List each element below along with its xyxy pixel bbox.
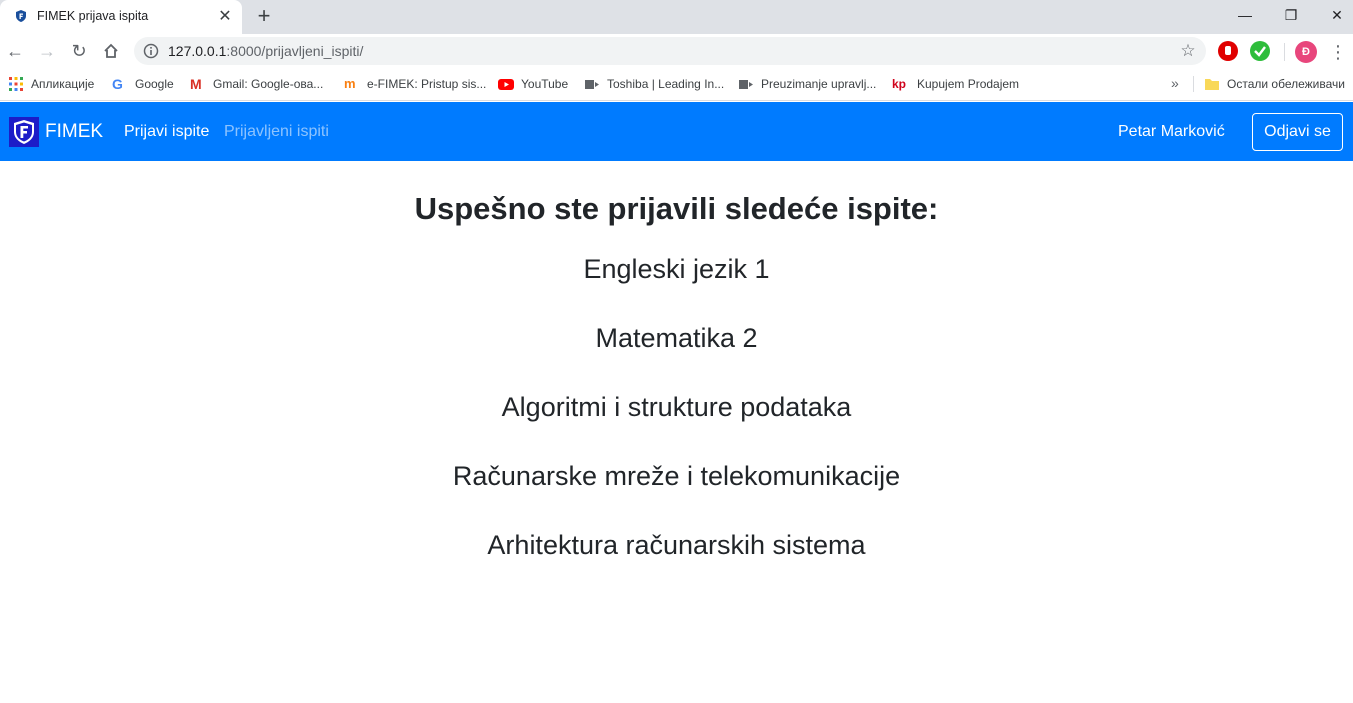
home-icon[interactable] — [99, 39, 123, 63]
browser-toolbar: ← → ↻ 127.0.0.1:8000/prijavljeni_ispiti/… — [0, 34, 1353, 68]
bookmarks-divider — [1193, 76, 1194, 92]
tab-close-icon[interactable]: ✕ — [216, 8, 234, 26]
logout-button[interactable]: Odjavi se — [1252, 113, 1343, 151]
bookmark-google[interactable]: G Google — [112, 75, 174, 93]
info-icon[interactable] — [143, 43, 159, 59]
profile-avatar[interactable]: Đ — [1295, 41, 1317, 63]
tab-title: FIMEK prijava ispita — [37, 9, 149, 23]
url-text[interactable]: 127.0.0.1:8000/prijavljeni_ispiti/ — [168, 43, 363, 59]
folder-icon — [1204, 76, 1220, 92]
bookmark-kupujem-prodajem[interactable]: kp Kupujem Prodajem — [892, 75, 1019, 93]
forward-arrow-icon[interactable]: → — [35, 39, 59, 63]
bookmark-page-icon — [738, 76, 754, 92]
exam-item: Matematika 2 — [595, 323, 758, 353]
bookmark-toshiba[interactable]: Toshiba | Leading In... — [584, 75, 724, 93]
google-icon: G — [112, 76, 123, 92]
exam-item: Engleski jezik 1 — [583, 254, 770, 284]
back-arrow-icon[interactable]: ← — [3, 39, 27, 63]
youtube-icon — [498, 76, 514, 92]
browser-tab[interactable]: FIMEK prijava ispita ✕ — [0, 0, 242, 34]
minimize-button[interactable]: — — [1222, 2, 1268, 28]
nav-link-prijavljeni-ispiti[interactable]: Prijavljeni ispiti — [224, 123, 329, 141]
toolbar-divider — [1284, 43, 1285, 61]
page-title: Uspešno ste prijavili sledeće ispite: — [414, 191, 939, 226]
site-navbar: FIMEK Prijavi ispite Prijavljeni ispiti … — [0, 102, 1353, 161]
bookmark-efimek[interactable]: m e-FIMEK: Pristup sis... — [344, 75, 486, 93]
browser-tabstrip: FIMEK prijava ispita ✕ + — ❐ ✕ — [0, 0, 1353, 34]
shield-favicon-icon — [16, 10, 26, 22]
check-extension-icon[interactable] — [1250, 41, 1270, 61]
exam-item: Arhitektura računarskih sistema — [487, 530, 866, 560]
bookmark-gmail[interactable]: M Gmail: Google-ова... — [190, 75, 323, 93]
brand[interactable]: FIMEK — [9, 117, 103, 147]
bookmark-youtube[interactable]: YouTube — [498, 75, 568, 93]
fimek-logo-icon — [9, 117, 39, 147]
user-name: Petar Marković — [1118, 123, 1225, 140]
bookmark-apps[interactable]: Апликације — [8, 75, 94, 93]
reload-icon[interactable]: ↻ — [67, 39, 91, 63]
close-window-button[interactable]: ✕ — [1314, 2, 1353, 28]
bookmarks-overflow-icon[interactable]: » — [1171, 75, 1179, 91]
exam-item: Algoritmi i strukture podataka — [501, 392, 852, 422]
adblock-extension-icon[interactable] — [1218, 41, 1238, 61]
address-bar[interactable]: 127.0.0.1:8000/prijavljeni_ispiti/ ☆ — [134, 37, 1206, 65]
other-bookmarks-folder[interactable]: Остали обележивачи — [1204, 75, 1345, 93]
apps-grid-icon — [8, 76, 24, 92]
bookmark-preuzimanje[interactable]: Preuzimanje upravlj... — [738, 75, 876, 93]
bookmark-page-icon — [584, 76, 600, 92]
moodle-icon: m — [344, 76, 356, 91]
gmail-icon: M — [190, 76, 202, 92]
nav-link-prijavi-ispite[interactable]: Prijavi ispite — [124, 123, 209, 141]
exam-item: Računarske mreže i telekomunikacije — [452, 461, 901, 491]
bookmark-star-icon[interactable]: ☆ — [1178, 41, 1198, 61]
restore-button[interactable]: ❐ — [1268, 2, 1314, 28]
brand-name: FIMEK — [45, 121, 104, 142]
kp-icon: kp — [892, 77, 907, 91]
browser-menu-icon[interactable]: ⋮ — [1328, 40, 1348, 64]
new-tab-button[interactable]: + — [252, 5, 276, 29]
bookmarks-bar: Апликације G Google M Gmail: Google-ова.… — [0, 68, 1353, 101]
